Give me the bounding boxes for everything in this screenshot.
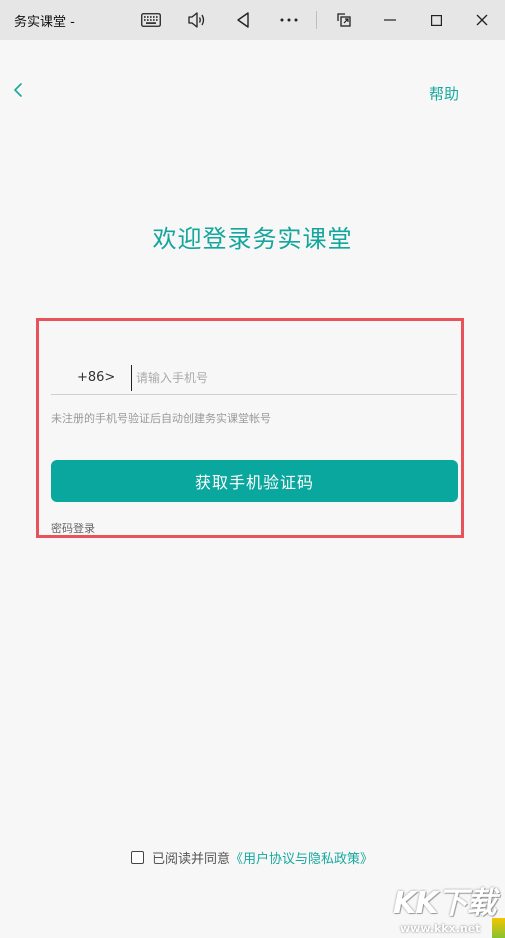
back-triangle-icon[interactable] (227, 6, 259, 34)
agreement-text: 已阅读并同意 (152, 852, 231, 867)
agreement-row: 已阅读并同意 《用户协议与隐私政策》 (131, 848, 373, 867)
login-form: +86> 未注册的手机号验证后自动创建务实课堂帐号 获取手机验证码 密码登录 (36, 318, 464, 538)
volume-icon[interactable] (181, 6, 213, 34)
policy-link[interactable]: 《用户协议与隐私政策》 (230, 848, 373, 867)
keyboard-icon[interactable] (135, 6, 167, 34)
get-verification-code-button[interactable]: 获取手机验证码 (51, 460, 458, 502)
input-underline (51, 394, 457, 395)
register-hint: 未注册的手机号验证后自动创建务实课堂帐号 (51, 412, 271, 425)
back-chevron-icon[interactable] (8, 78, 28, 102)
title-bar-divider (316, 11, 317, 29)
window-title: 务实课堂 - (14, 15, 75, 30)
watermark-url: www.kkx.net (400, 922, 481, 935)
more-icon[interactable] (273, 6, 305, 34)
minimize-icon[interactable] (374, 6, 406, 34)
password-login-link[interactable]: 密码登录 (51, 520, 95, 536)
snap-icon[interactable] (328, 6, 360, 34)
country-code-selector[interactable]: +86> (77, 370, 115, 385)
maximize-icon[interactable] (420, 6, 452, 34)
help-link[interactable]: 帮助 (429, 83, 459, 104)
phone-number-input[interactable] (131, 365, 456, 391)
title-bar: 务实课堂 - (0, 0, 505, 40)
agreement-checkbox[interactable] (131, 851, 144, 864)
watermark-logo: KK下载 (393, 886, 496, 921)
watermark-decoration (492, 918, 505, 938)
close-icon[interactable] (466, 6, 498, 34)
welcome-title: 欢迎登录务实课堂 (152, 225, 353, 253)
